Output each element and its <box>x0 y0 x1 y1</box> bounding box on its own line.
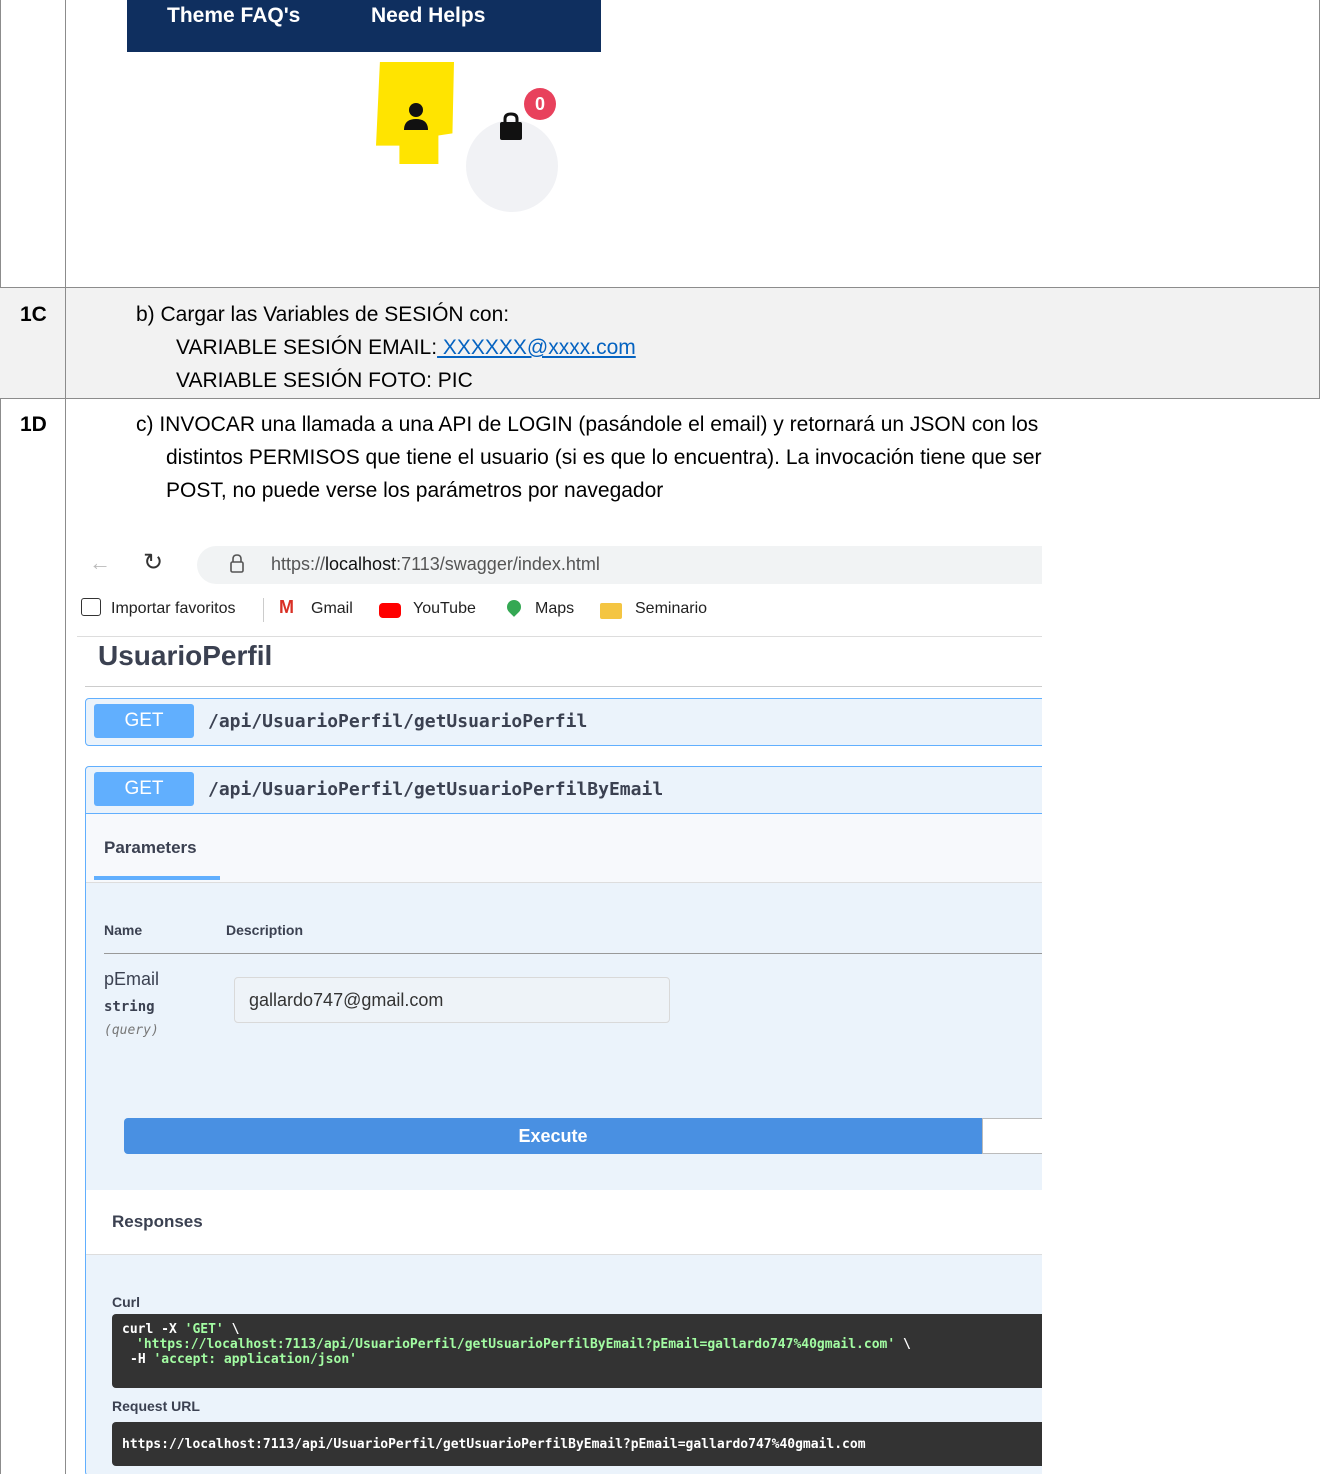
bookmark-seminario[interactable]: Seminario <box>635 600 707 618</box>
curl-method: 'GET' <box>184 1322 224 1337</box>
gmail-icon: M <box>279 597 294 617</box>
col-description-header: Description <box>226 922 304 938</box>
curl-command: curl -X <box>122 1322 185 1337</box>
cart-count-badge: 0 <box>524 88 556 120</box>
bookmark-gmail[interactable]: Gmail <box>311 600 353 618</box>
email-link[interactable]: XXXXXX@xxxx.com <box>437 336 636 359</box>
reload-icon[interactable]: ↻ <box>143 548 163 577</box>
method-badge[interactable]: GET <box>94 772 194 806</box>
curl-header-value: 'accept: application/json' <box>153 1352 357 1367</box>
row-1d-line-2: distintos PERMISOS que tiene el usuario … <box>166 446 1042 469</box>
tab-parameters[interactable]: Parameters <box>104 838 197 858</box>
request-url-label: Request URL <box>112 1398 200 1414</box>
table-col-divider <box>65 0 66 1474</box>
request-url-value: https://localhost:7113/api/UsuarioPerfil… <box>122 1437 866 1452</box>
curl-code-block[interactable]: curl -X 'GET' \ 'https://localhost:7113/… <box>112 1314 1042 1388</box>
param-type: string <box>104 999 155 1015</box>
row-1c-line-2: VARIABLE SESIÓN EMAIL: XXXXXX@xxxx.com <box>176 333 636 363</box>
col-name-header: Name <box>104 922 143 938</box>
maps-icon <box>504 597 524 617</box>
curl-line-3: -H 'accept: application/json' <box>130 1352 357 1367</box>
row-1c-line-3: VARIABLE SESIÓN FOTO: PIC <box>176 369 473 392</box>
endpoint-path[interactable]: /api/UsuarioPerfil/getUsuarioPerfilByEma… <box>208 779 663 800</box>
shopping-bag-icon[interactable] <box>497 112 525 142</box>
section-title[interactable]: UsuarioPerfil <box>98 640 272 672</box>
youtube-icon <box>379 603 401 618</box>
params-divider <box>104 953 1042 954</box>
curl-continuation: \ <box>223 1322 240 1337</box>
row-divider <box>0 398 1320 399</box>
params-header: Parameters <box>86 813 1042 883</box>
curl-line-2: 'https://localhost:7113/api/UsuarioPerfi… <box>136 1337 911 1352</box>
curl-url: 'https://localhost:7113/api/UsuarioPerfi… <box>136 1337 896 1352</box>
url-rest: :7113/swagger/index.html <box>396 554 600 574</box>
curl-continuation: \ <box>895 1337 911 1352</box>
curl-line-1: curl -X 'GET' \ <box>122 1322 239 1337</box>
request-url-block[interactable]: https://localhost:7113/api/UsuarioPerfil… <box>112 1422 1042 1466</box>
folder-icon <box>600 603 622 619</box>
nav-need-helps[interactable]: Need Helps <box>371 4 485 28</box>
section-underline <box>85 686 1042 687</box>
curl-header-flag: -H <box>130 1352 154 1367</box>
param-in: (query) <box>104 1023 159 1038</box>
row-1c-line-1: b) Cargar las Variables de SESIÓN con: <box>136 303 510 326</box>
url-prefix: https:// <box>271 554 326 574</box>
pemail-input[interactable]: gallardo747@gmail.com <box>234 977 670 1023</box>
table-col-divider-1c <box>65 288 66 398</box>
param-name: pEmail <box>104 969 160 989</box>
curl-label: Curl <box>112 1294 140 1310</box>
clear-button[interactable] <box>982 1118 1042 1154</box>
execute-label: Execute <box>518 1126 588 1146</box>
row-label-1c: 1C <box>20 303 47 326</box>
method-badge: GET <box>94 704 194 738</box>
bookmark-importar-favoritos[interactable]: Importar favoritos <box>111 600 235 618</box>
email-variable-label: VARIABLE SESIÓN EMAIL: <box>176 336 438 359</box>
endpoint-path: /api/UsuarioPerfil/getUsuarioPerfil <box>208 711 588 732</box>
url-text[interactable]: https://localhost:7113/swagger/index.htm… <box>271 554 600 575</box>
url-host: localhost <box>325 554 397 574</box>
row-label-1d: 1D <box>20 413 47 436</box>
responses-header: Responses <box>86 1190 1042 1255</box>
user-icon[interactable] <box>402 102 430 132</box>
site-top-nav: Theme FAQ's Need Helps <box>127 0 601 52</box>
row-1d-line-3: POST, no puede verse los parámetros por … <box>166 479 664 502</box>
import-favorites-icon <box>81 598 101 616</box>
tab-active-underline <box>94 876 220 880</box>
browser-screenshot: ← ↻ https://localhost:7113/swagger/index… <box>77 544 1042 1474</box>
bookmark-divider <box>263 598 264 622</box>
pemail-input-value: gallardo747@gmail.com <box>249 990 444 1010</box>
nav-theme-faqs[interactable]: Theme FAQ's <box>167 4 300 28</box>
back-icon[interactable]: ← <box>89 550 111 576</box>
bookmarks-bar: Importar favoritos M Gmail YouTube Maps … <box>77 592 1042 632</box>
row-1d-line-1: c) INVOCAR una llamada a una API de LOGI… <box>136 413 1039 436</box>
operation-get-usuario-perfil-by-email: GET /api/UsuarioPerfil/getUsuarioPerfilB… <box>85 766 1042 1474</box>
bookmarks-divider <box>77 636 1042 637</box>
responses-title: Responses <box>112 1212 203 1231</box>
table-left-border <box>0 0 1 1474</box>
bookmark-maps[interactable]: Maps <box>535 600 574 618</box>
address-bar: ← ↻ https://localhost:7113/swagger/index… <box>77 544 1042 584</box>
lock-icon[interactable] <box>229 554 245 574</box>
bookmark-youtube[interactable]: YouTube <box>413 600 476 618</box>
operation-get-usuario-perfil[interactable]: GET /api/UsuarioPerfil/getUsuarioPerfil <box>85 698 1042 746</box>
execute-button[interactable]: Execute <box>124 1118 982 1154</box>
